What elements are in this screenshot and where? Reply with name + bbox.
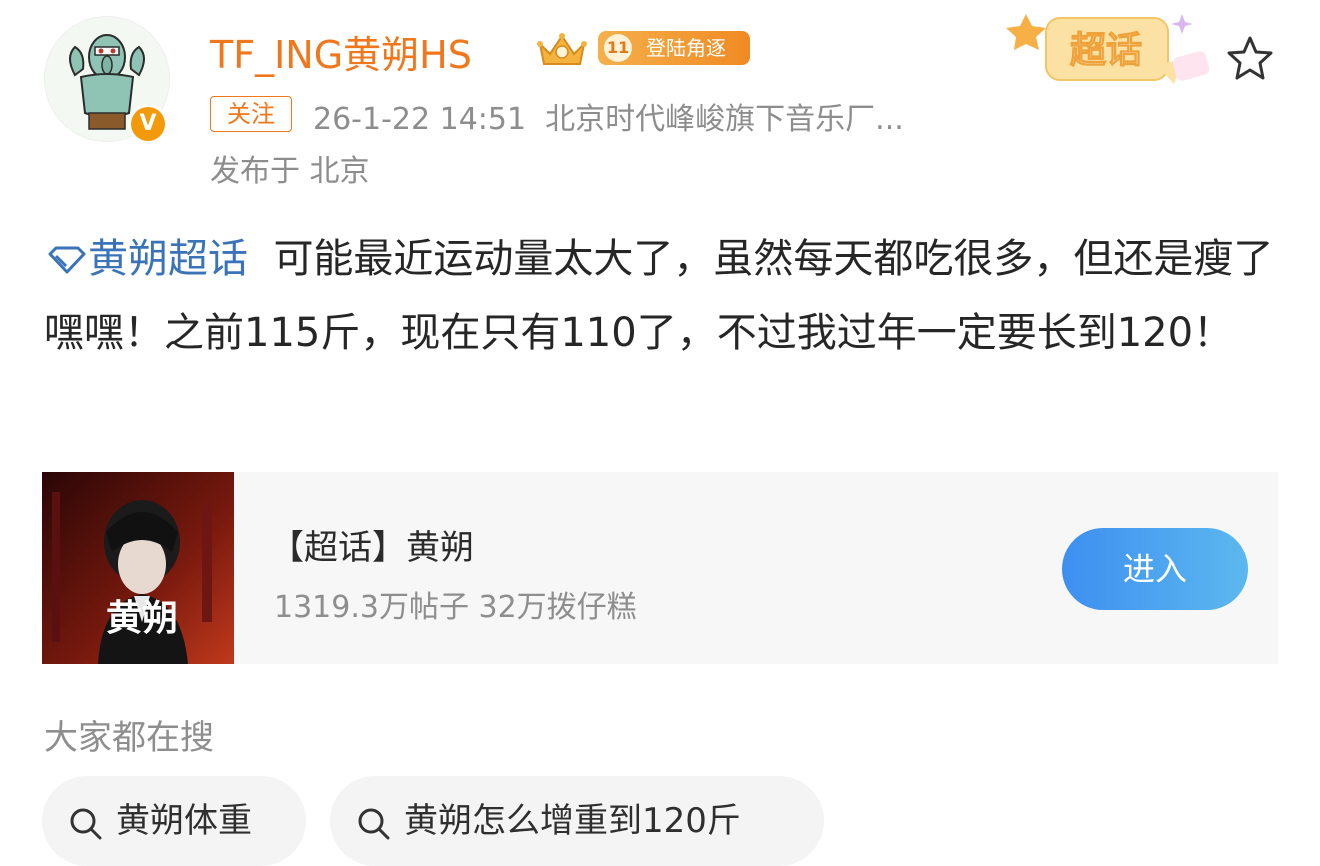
supertopic-diamond-icon [48, 246, 86, 274]
super-topic-badge-icon[interactable]: 超话 [1006, 4, 1222, 100]
supertopic-title: 【超话】黄朔 [270, 528, 474, 568]
level-badge-label: 登陆角逐 [646, 36, 726, 60]
search-suggestion-chip[interactable]: 黄朔怎么增重到120斤 [330, 776, 824, 866]
supertopic-card[interactable]: 黄朔 【超话】黄朔 1319.3万帖子 32万拨仔糕 进入 [42, 472, 1278, 664]
post-meta: 26-1-22 14:51 北京时代峰峻旗下音乐厂... [313, 94, 904, 138]
enter-button[interactable]: 进入 [1062, 528, 1248, 610]
search-suggestion-label: 黄朔体重 [116, 801, 252, 841]
star-icon[interactable] [1224, 34, 1276, 84]
supertopic-cover-image: 黄朔 [42, 472, 234, 664]
level-badge[interactable]: 11 登陆角逐 [598, 31, 750, 65]
search-icon [70, 808, 102, 840]
verified-badge: V [128, 104, 168, 144]
verified-v-icon: V [131, 107, 165, 141]
author-name[interactable]: TF_ING黄朔HS [210, 24, 472, 79]
cover-image-text: 黄朔 [106, 597, 178, 639]
topic-link[interactable]: 黄朔超话 [44, 236, 248, 282]
search-heading: 大家都在搜 [44, 718, 214, 758]
level-badge-icon: 11 [604, 34, 632, 62]
search-suggestion-chip[interactable]: 黄朔体重 [42, 776, 306, 866]
post-timestamp: 26-1-22 14:51 [313, 102, 527, 137]
crown-icon [537, 33, 587, 65]
post-location: 发布于 北京 [210, 154, 370, 189]
follow-button[interactable]: 关注 [210, 96, 292, 132]
search-icon [358, 808, 390, 840]
post-body: 黄朔超话 可能最近运动量太大了，虽然每天都吃很多，但还是瘦了嘿嘿！之前115斤，… [44, 222, 1294, 370]
search-suggestion-label: 黄朔怎么增重到120斤 [404, 801, 741, 841]
super-topic-badge-label: 超话 [1070, 30, 1142, 71]
supertopic-stats: 1319.3万帖子 32万拨仔糕 [274, 590, 637, 625]
post-source: 北京时代峰峻旗下音乐厂... [545, 102, 904, 137]
topic-link-label: 黄朔超话 [88, 236, 248, 282]
